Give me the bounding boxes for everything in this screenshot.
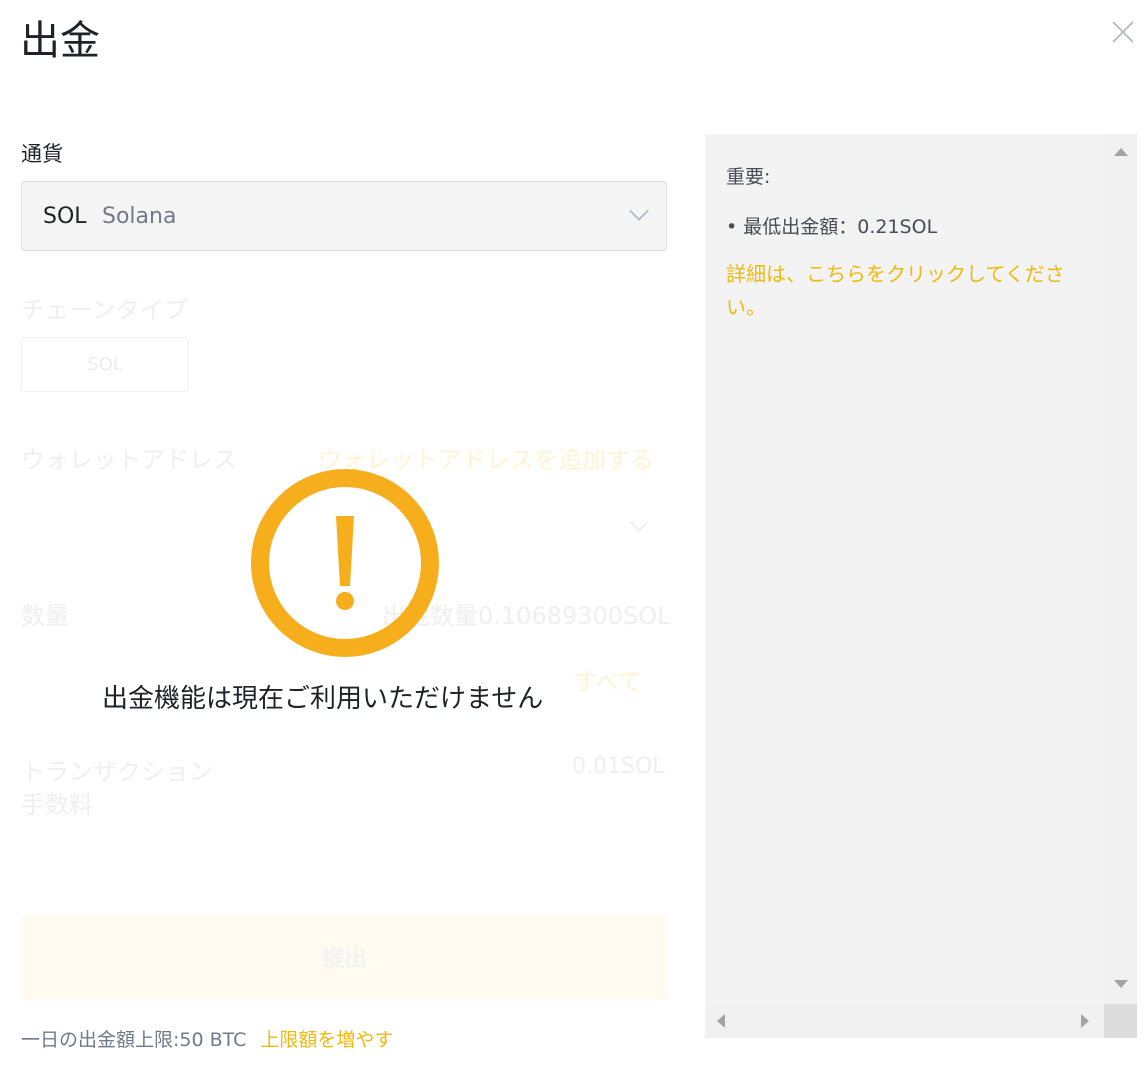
scroll-down-icon[interactable] bbox=[1114, 980, 1128, 988]
daily-limit: 一日の出金額上限:50 BTC 上限額を増やす bbox=[21, 1025, 393, 1052]
submit-button[interactable]: 提出 bbox=[21, 914, 668, 1000]
currency-select[interactable]: SOL Solana bbox=[21, 181, 667, 251]
detail-link[interactable]: 詳細は、こちらをクリックしてください。 bbox=[726, 258, 1086, 324]
warning-icon bbox=[251, 469, 439, 657]
scroll-up-icon[interactable] bbox=[1114, 148, 1128, 156]
wallet-address-label: ウォレットアドレス bbox=[21, 446, 237, 474]
min-withdraw-amount: • 最低出金額：0.21SOL bbox=[726, 216, 938, 238]
all-button[interactable]: すべて bbox=[573, 662, 642, 697]
chain-type-label: チェーンタイプ bbox=[21, 296, 188, 324]
scroll-right-icon[interactable] bbox=[1081, 1014, 1089, 1028]
fee-label-line1: トランザクション bbox=[21, 758, 213, 786]
chain-option-sol[interactable]: SOL bbox=[21, 337, 189, 392]
currency-code: SOL bbox=[43, 204, 87, 229]
address-chevron-down-icon[interactable] bbox=[629, 512, 649, 532]
notice-heading: 重要: bbox=[726, 166, 771, 188]
notice-panel: 重要: • 最低出金額：0.21SOL 詳細は、こちらをクリックしてください。 bbox=[705, 134, 1137, 1038]
scroll-left-icon[interactable] bbox=[717, 1014, 725, 1028]
chevron-down-icon bbox=[629, 201, 649, 221]
vertical-scrollbar[interactable] bbox=[1104, 134, 1137, 1004]
unavailable-message: 出金機能は現在ご利用いただけません bbox=[102, 684, 544, 714]
fee-value: 0.01SOL bbox=[572, 754, 665, 779]
currency-name: Solana bbox=[102, 204, 177, 229]
currency-label: 通貨 bbox=[21, 142, 63, 166]
scrollbar-corner bbox=[1104, 1004, 1137, 1038]
daily-limit-text: 一日の出金額上限:50 BTC bbox=[21, 1029, 247, 1051]
increase-limit-link[interactable]: 上限額を増やす bbox=[260, 1029, 393, 1051]
amount-label: 数量 bbox=[21, 602, 69, 630]
fee-label-line2: 手数料 bbox=[21, 791, 93, 819]
close-icon[interactable] bbox=[1108, 16, 1138, 46]
horizontal-scrollbar[interactable] bbox=[705, 1004, 1104, 1038]
page-title: 出金 bbox=[20, 18, 100, 64]
